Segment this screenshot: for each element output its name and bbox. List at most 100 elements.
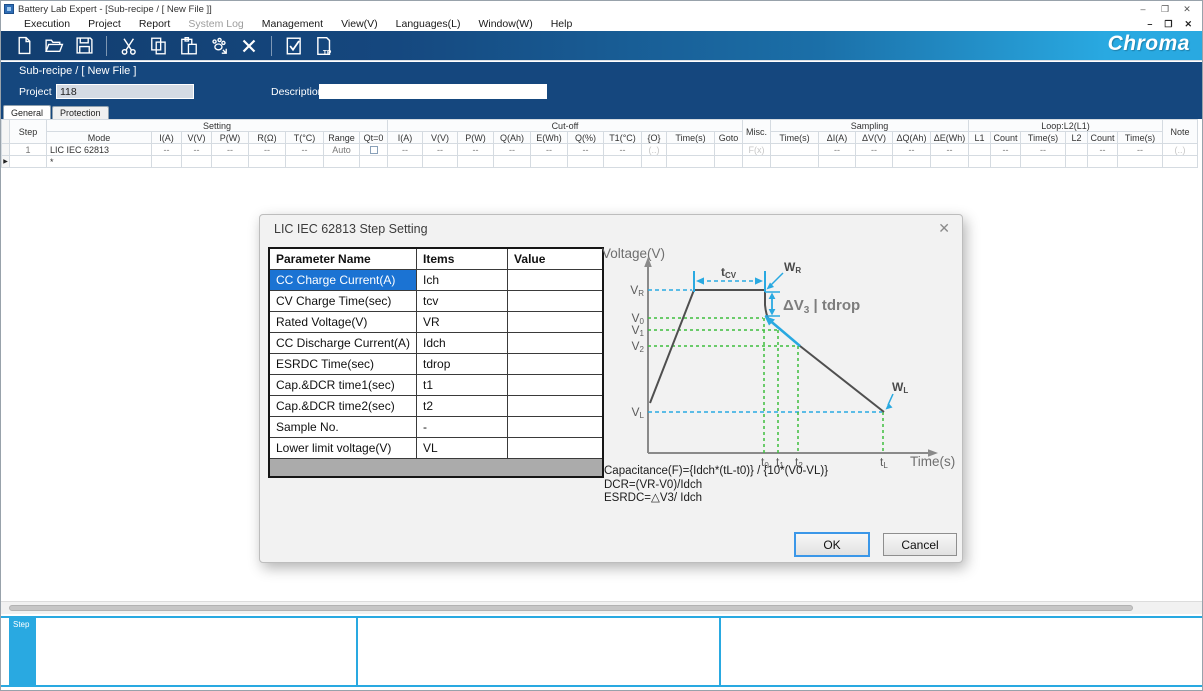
grid-cell[interactable] — [715, 144, 743, 156]
grid-cell[interactable]: -- — [182, 144, 212, 156]
grid-cell[interactable] — [212, 156, 249, 168]
param-value-cell[interactable] — [508, 270, 603, 291]
param-value-cell[interactable] — [508, 417, 603, 438]
grid-cell[interactable]: -- — [286, 144, 324, 156]
scrollbar-thumb[interactable] — [9, 605, 1133, 611]
param-item-cell[interactable]: tdrop — [417, 354, 508, 375]
grid-cell[interactable] — [667, 144, 715, 156]
grid-cell[interactable] — [568, 156, 604, 168]
dialog-close-icon[interactable]: ✕ — [938, 220, 950, 237]
grid-cell[interactable]: -- — [1118, 144, 1163, 156]
param-name-cell[interactable]: CC Discharge Current(A) — [269, 333, 417, 354]
menu-window-w-[interactable]: Window(W) — [469, 18, 541, 30]
param-name-cell[interactable]: CV Charge Time(sec) — [269, 291, 417, 312]
grid-cell[interactable]: -- — [388, 144, 423, 156]
tab-general[interactable]: General — [3, 105, 51, 119]
grid-cell[interactable] — [286, 156, 324, 168]
grid-cell[interactable] — [856, 156, 893, 168]
description-input[interactable] — [319, 84, 547, 99]
grid-cell[interactable]: LIC IEC 62813 — [47, 144, 152, 156]
param-item-cell[interactable]: Idch — [417, 333, 508, 354]
menu-execution[interactable]: Execution — [15, 18, 79, 30]
grid-cell[interactable]: F(x) — [743, 144, 771, 156]
param-name-cell[interactable]: CC Charge Current(A) — [269, 270, 417, 291]
grid-cell[interactable] — [1118, 156, 1163, 168]
grid-cell[interactable] — [531, 156, 568, 168]
grid-cell[interactable] — [771, 156, 819, 168]
mdi-close-icon[interactable]: ✕ — [1184, 19, 1192, 30]
mdi-restore-icon[interactable]: ❐ — [1164, 19, 1172, 30]
grid-cell[interactable]: -- — [819, 144, 856, 156]
grid-cell[interactable]: -- — [458, 144, 494, 156]
grid-cell[interactable] — [423, 156, 458, 168]
grid-cell[interactable]: -- — [931, 144, 969, 156]
project-input[interactable] — [56, 84, 194, 99]
qt0-checkbox[interactable] — [370, 146, 378, 154]
grid-cell[interactable]: -- — [212, 144, 249, 156]
menu-management[interactable]: Management — [253, 18, 332, 30]
grid-cell[interactable]: -- — [531, 144, 568, 156]
param-value-cell[interactable] — [508, 375, 603, 396]
ok-button[interactable]: OK — [794, 532, 870, 557]
grid-cell[interactable] — [249, 156, 286, 168]
menu-view-v-[interactable]: View(V) — [332, 18, 387, 30]
grid-cell[interactable] — [969, 156, 991, 168]
param-value-cell[interactable] — [508, 396, 603, 417]
grid-cell[interactable] — [771, 144, 819, 156]
grid-cell[interactable] — [1066, 144, 1088, 156]
grid-cell[interactable] — [642, 156, 667, 168]
grid-cell[interactable] — [182, 156, 212, 168]
param-value-cell[interactable] — [508, 291, 603, 312]
menu-report[interactable]: Report — [130, 18, 180, 30]
param-name-cell[interactable]: Cap.&DCR time2(sec) — [269, 396, 417, 417]
param-value-cell[interactable] — [508, 438, 603, 459]
param-item-cell[interactable]: - — [417, 417, 508, 438]
grid-cell[interactable]: 1 — [10, 144, 47, 156]
copy-icon[interactable] — [144, 34, 174, 58]
verify-recipe-icon[interactable] — [279, 34, 309, 58]
grid-cell[interactable] — [1163, 156, 1198, 168]
grid-cell[interactable] — [931, 156, 969, 168]
grid-cell[interactable]: Auto — [324, 144, 360, 156]
grid-cell[interactable] — [458, 156, 494, 168]
grid-cell[interactable] — [1066, 156, 1088, 168]
paste-icon[interactable] — [174, 34, 204, 58]
param-value-cell[interactable] — [508, 354, 603, 375]
param-name-cell[interactable]: Lower limit voltage(V) — [269, 438, 417, 459]
grid-cell[interactable]: * — [47, 156, 152, 168]
grid-cell[interactable]: -- — [249, 144, 286, 156]
param-item-cell[interactable]: t2 — [417, 396, 508, 417]
grid-cell[interactable] — [991, 156, 1021, 168]
cancel-button[interactable]: Cancel — [883, 533, 957, 556]
new-file-icon[interactable] — [9, 34, 39, 58]
grid-cell[interactable] — [388, 156, 423, 168]
param-name-cell[interactable]: Sample No. — [269, 417, 417, 438]
param-name-cell[interactable]: ESRDC Time(sec) — [269, 354, 417, 375]
paw-tool-icon[interactable] — [204, 34, 234, 58]
param-item-cell[interactable]: tcv — [417, 291, 508, 312]
grid-cell[interactable] — [360, 144, 388, 156]
grid-cell[interactable] — [819, 156, 856, 168]
param-item-cell[interactable]: t1 — [417, 375, 508, 396]
grid-cell[interactable] — [1088, 156, 1118, 168]
save-icon[interactable] — [69, 34, 99, 58]
step-panel-tab[interactable]: Step — [9, 618, 36, 685]
restore-icon[interactable]: ❐ — [1154, 4, 1176, 15]
param-value-cell[interactable] — [508, 312, 603, 333]
grid-cell[interactable]: -- — [423, 144, 458, 156]
grid-cell[interactable] — [360, 156, 388, 168]
horizontal-scrollbar[interactable] — [1, 601, 1202, 614]
grid-cell[interactable] — [969, 144, 991, 156]
grid-cell[interactable]: -- — [494, 144, 531, 156]
grid-cell[interactable]: -- — [991, 144, 1021, 156]
grid-cell[interactable] — [893, 156, 931, 168]
grid-cell[interactable]: -- — [856, 144, 893, 156]
tab-protection[interactable]: Protection — [52, 106, 109, 119]
delete-icon[interactable] — [234, 34, 264, 58]
grid-cell[interactable] — [10, 156, 47, 168]
menu-help[interactable]: Help — [542, 18, 582, 30]
grid-cell[interactable] — [324, 156, 360, 168]
grid-cell[interactable] — [494, 156, 531, 168]
menu-project[interactable]: Project — [79, 18, 130, 30]
grid-cell[interactable] — [667, 156, 715, 168]
